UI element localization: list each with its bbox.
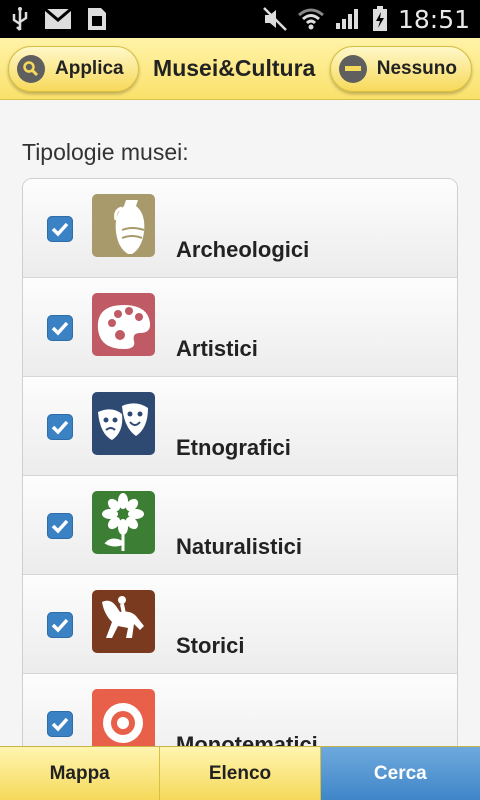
none-label: Nessuno bbox=[376, 57, 457, 79]
mute-icon bbox=[263, 7, 287, 31]
usb-icon bbox=[12, 7, 28, 31]
check-icon bbox=[51, 222, 69, 237]
none-button[interactable]: Nessuno bbox=[329, 45, 472, 92]
page-title: Musei&Cultura bbox=[153, 55, 316, 81]
list-item-monotematici[interactable]: Monotematici bbox=[23, 674, 457, 746]
checkbox[interactable] bbox=[47, 612, 73, 638]
search-icon bbox=[17, 54, 45, 83]
item-label: Monotematici bbox=[176, 732, 318, 746]
palette-icon bbox=[92, 293, 155, 356]
section-label: Tipologie musei: bbox=[22, 139, 189, 165]
check-icon bbox=[51, 321, 69, 336]
apply-label: Applica bbox=[55, 57, 124, 79]
item-label: Storici bbox=[176, 633, 245, 658]
horse-rider-icon bbox=[92, 590, 155, 653]
checkbox[interactable] bbox=[47, 216, 73, 242]
item-label: Artistici bbox=[176, 336, 258, 361]
wifi-icon bbox=[297, 8, 324, 30]
list-item-etnografici[interactable]: Etnografici bbox=[23, 377, 457, 476]
sim-card-icon bbox=[88, 8, 106, 30]
app-header: Applica Musei&Cultura Nessuno bbox=[0, 38, 480, 100]
check-icon bbox=[51, 420, 69, 435]
check-icon bbox=[51, 717, 69, 732]
bottom-tab-bar: Mappa Elenco Cerca bbox=[0, 746, 480, 800]
tab-elenco[interactable]: Elenco bbox=[160, 747, 321, 800]
checkbox[interactable] bbox=[47, 414, 73, 440]
museum-type-list: Archeologici Artistici Etnografici Natur… bbox=[22, 178, 458, 746]
signal-icon bbox=[335, 9, 358, 29]
checkbox[interactable] bbox=[47, 513, 73, 539]
amphora-icon bbox=[92, 194, 155, 257]
list-item-artistici[interactable]: Artistici bbox=[23, 278, 457, 377]
list-item-naturalistici[interactable]: Naturalistici bbox=[23, 476, 457, 575]
list-item-archeologici[interactable]: Archeologici bbox=[23, 179, 457, 278]
tab-cerca[interactable]: Cerca bbox=[320, 747, 480, 800]
theater-masks-icon bbox=[92, 392, 155, 455]
content-area: Tipologie musei: Archeologici Artistici … bbox=[0, 101, 480, 746]
checkbox[interactable] bbox=[47, 315, 73, 341]
clock: 18:51 bbox=[397, 4, 470, 34]
item-label: Naturalistici bbox=[176, 534, 302, 559]
check-icon bbox=[51, 519, 69, 534]
item-label: Archeologici bbox=[176, 237, 310, 262]
status-bar: 18:51 bbox=[0, 0, 480, 38]
target-icon bbox=[92, 689, 155, 746]
battery-charging-icon bbox=[372, 6, 387, 31]
item-label: Etnografici bbox=[176, 435, 291, 460]
checkbox[interactable] bbox=[47, 711, 73, 737]
flower-icon bbox=[92, 491, 155, 554]
minus-icon bbox=[338, 54, 367, 83]
list-item-storici[interactable]: Storici bbox=[23, 575, 457, 674]
check-icon bbox=[51, 618, 69, 633]
mail-icon bbox=[44, 8, 72, 29]
apply-button[interactable]: Applica bbox=[8, 45, 139, 92]
tab-mappa[interactable]: Mappa bbox=[0, 747, 161, 800]
